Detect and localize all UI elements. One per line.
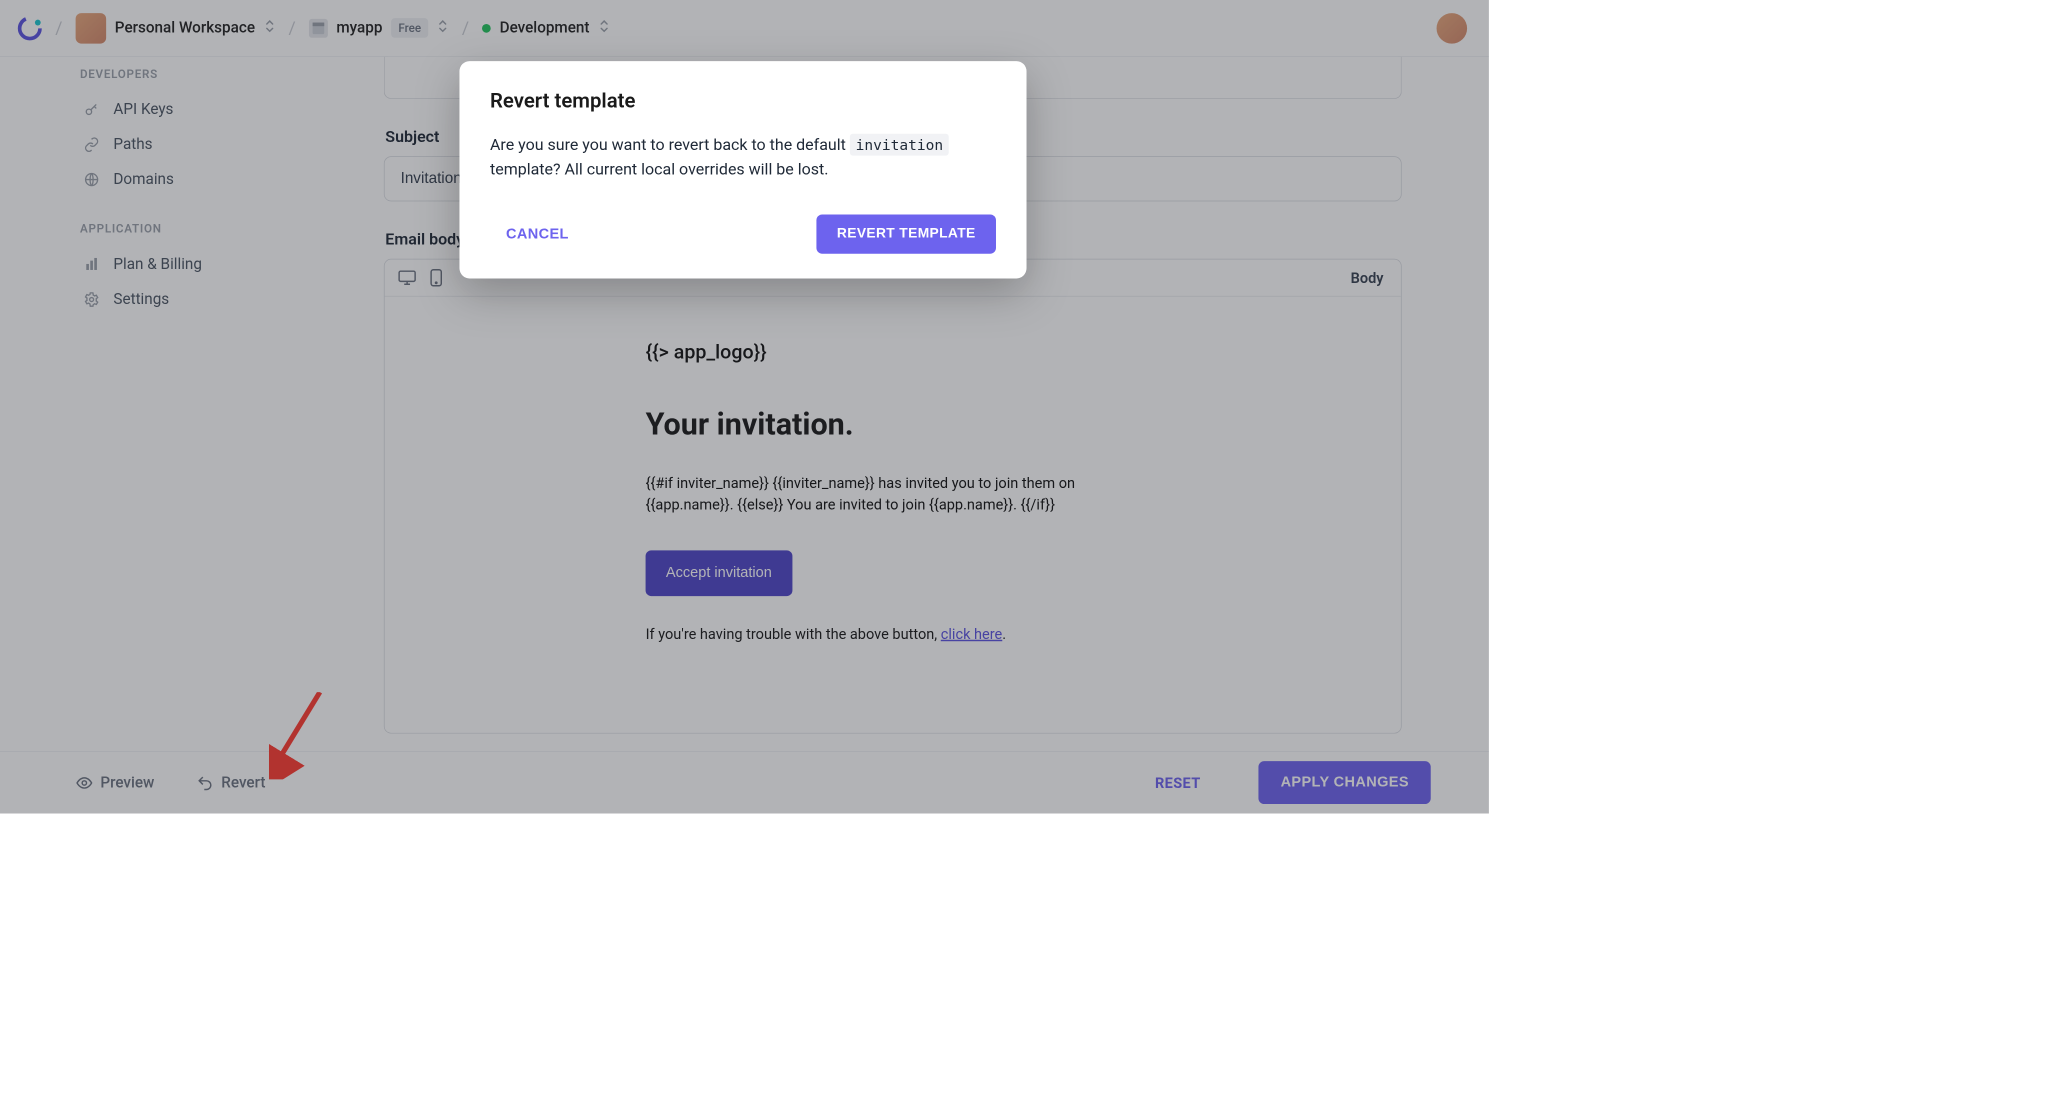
modal-body: Are you sure you want to revert back to … <box>490 133 996 183</box>
page-root: / Personal Workspace / myapp Free / Deve… <box>0 0 1489 814</box>
cancel-button[interactable]: CANCEL <box>490 215 585 254</box>
modal-body-post: template? All current local overrides wi… <box>490 161 828 179</box>
modal-actions: CANCEL REVERT TEMPLATE <box>490 215 996 254</box>
modal-code-token: invitation <box>850 134 949 156</box>
revert-template-modal: Revert template Are you sure you want to… <box>459 61 1026 279</box>
modal-body-pre: Are you sure you want to revert back to … <box>490 136 850 154</box>
modal-title: Revert template <box>490 89 996 113</box>
revert-template-confirm-button[interactable]: REVERT TEMPLATE <box>817 215 996 254</box>
